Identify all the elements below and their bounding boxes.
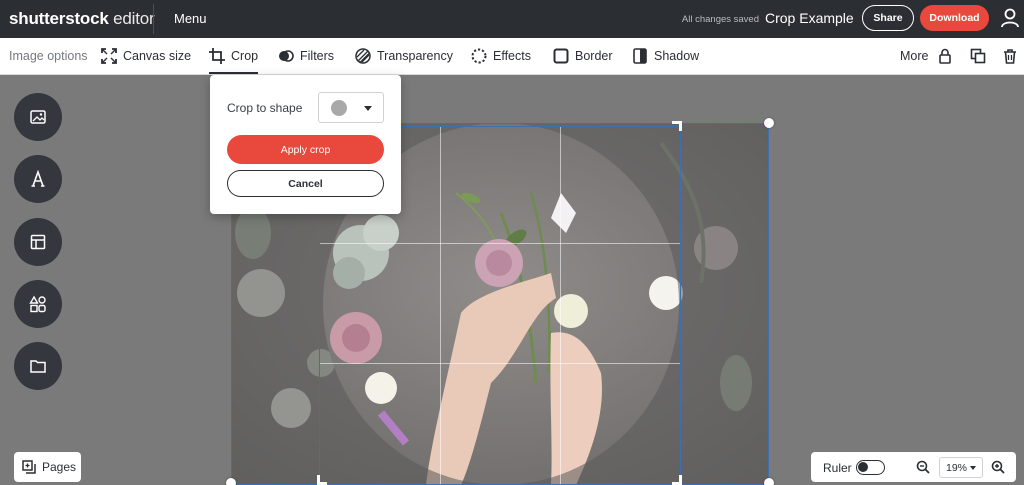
filters-label: Filters xyxy=(300,49,335,63)
sidebar-item-elements[interactable] xyxy=(14,280,62,328)
crop-handle-bottom-right[interactable] xyxy=(672,475,682,485)
shadow-button[interactable]: Shadow xyxy=(632,38,699,74)
shadow-label: Shadow xyxy=(654,49,700,63)
effects-button[interactable]: Effects xyxy=(471,38,531,74)
zoom-in-icon[interactable] xyxy=(991,460,1005,474)
apply-crop-button[interactable]: Apply crop xyxy=(227,135,384,164)
transparency-icon xyxy=(355,48,371,64)
template-icon xyxy=(30,234,46,250)
logo-brand: shutterstock xyxy=(9,9,109,28)
border-label: Border xyxy=(575,49,613,63)
border-icon xyxy=(553,48,569,64)
filters-icon xyxy=(279,50,294,62)
border-button[interactable]: Border xyxy=(553,38,613,74)
trash-icon[interactable] xyxy=(1002,48,1018,64)
canvas-size-button[interactable]: Canvas size xyxy=(101,38,191,74)
duplicate-icon[interactable] xyxy=(970,48,986,64)
zoom-level-dropdown[interactable]: 19% xyxy=(939,457,983,478)
resize-handle-bottom-left[interactable] xyxy=(226,478,236,485)
filters-button[interactable]: Filters xyxy=(278,38,334,74)
zoom-out-icon[interactable] xyxy=(916,460,930,474)
crop-shape-dropdown[interactable] xyxy=(318,92,384,123)
resize-handle-bottom-right[interactable] xyxy=(764,478,774,485)
transparency-label: Transparency xyxy=(377,49,453,63)
cancel-crop-button[interactable]: Cancel xyxy=(227,170,384,197)
zoom-controls: Ruler 19% xyxy=(811,452,1016,482)
download-button[interactable]: Download xyxy=(920,5,989,31)
sidebar-item-text[interactable] xyxy=(14,155,62,203)
top-bar-divider xyxy=(153,4,154,34)
crop-handle-bottom-left[interactable] xyxy=(317,475,327,485)
pages-label: Pages xyxy=(42,460,77,474)
pages-icon xyxy=(22,460,36,474)
more-button[interactable]: More xyxy=(900,38,928,74)
ruler-toggle-knob xyxy=(858,462,868,472)
crop-icon xyxy=(209,48,225,64)
sidebar-item-uploads[interactable] xyxy=(14,342,62,390)
shutterstock-editor-logo[interactable]: shutterstock editor xyxy=(9,9,155,29)
user-icon[interactable] xyxy=(999,7,1021,29)
pages-button[interactable]: Pages xyxy=(14,452,81,482)
folder-icon xyxy=(30,360,46,373)
effects-icon xyxy=(471,48,487,64)
ruler-label: Ruler xyxy=(823,461,852,475)
save-status: All changes saved xyxy=(681,14,759,25)
menu-button[interactable]: Menu xyxy=(174,11,207,26)
chevron-down-icon xyxy=(364,106,372,111)
crop-label: Crop xyxy=(231,49,259,63)
circle-shape-icon xyxy=(331,100,347,116)
lock-icon[interactable] xyxy=(937,48,953,64)
effects-label: Effects xyxy=(493,49,531,63)
transparency-button[interactable]: Transparency xyxy=(355,38,453,74)
top-bar: shutterstock editor Menu All changes sav… xyxy=(0,0,1024,38)
sidebar-item-images[interactable] xyxy=(14,93,62,141)
share-button[interactable]: Share xyxy=(862,5,914,31)
chevron-down-icon xyxy=(970,466,976,470)
document-title[interactable]: Crop Example xyxy=(765,10,854,26)
crop-popup: Crop to shape Apply crop Cancel xyxy=(210,75,401,214)
text-icon xyxy=(31,170,45,187)
resize-handle-top-right[interactable] xyxy=(764,118,774,128)
zoom-level-value: 19% xyxy=(946,461,968,474)
logo-product: editor xyxy=(113,9,155,28)
image-options-label: Image options xyxy=(9,49,88,63)
crop-handle-top-right[interactable] xyxy=(672,121,682,131)
crop-to-shape-label: Crop to shape xyxy=(227,101,303,115)
ruler-toggle[interactable] xyxy=(856,460,885,475)
image-icon xyxy=(30,110,46,124)
shadow-icon xyxy=(633,48,647,64)
crop-button[interactable]: Crop xyxy=(209,38,259,74)
resize-icon xyxy=(101,48,117,64)
canvas-size-label: Canvas size xyxy=(123,49,192,63)
elements-icon xyxy=(29,295,46,313)
sidebar-item-templates[interactable] xyxy=(14,218,62,266)
image-toolbar: Image options Canvas size Crop Filters T… xyxy=(0,38,1024,75)
